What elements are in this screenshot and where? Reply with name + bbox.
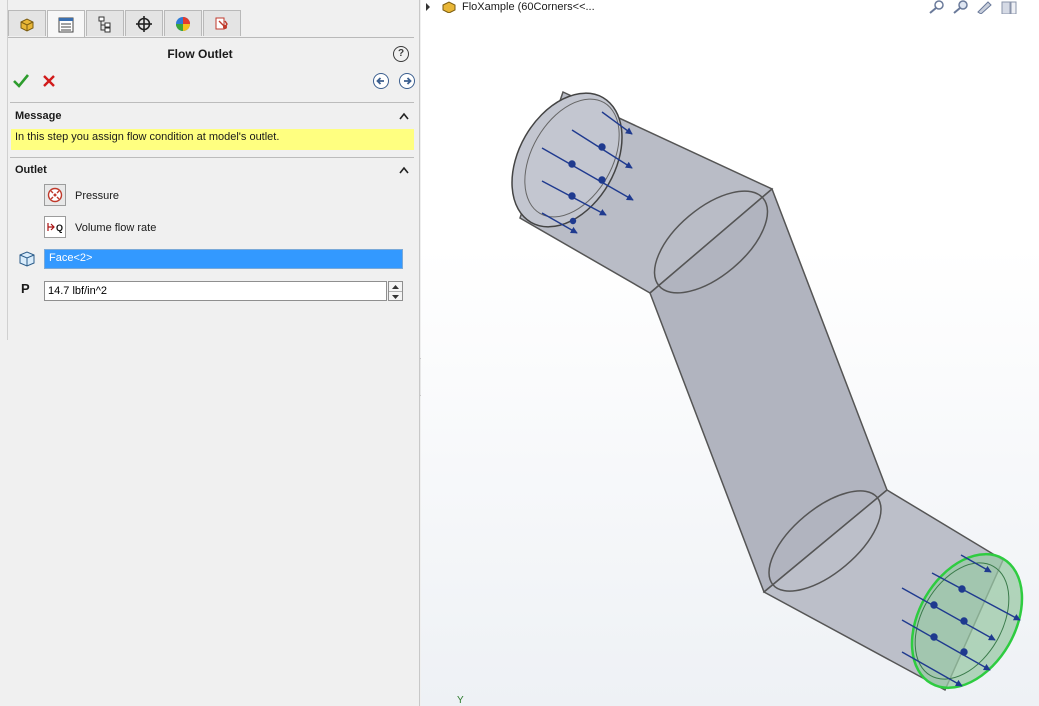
message-text: In this step you assign flow condition a…: [11, 129, 414, 150]
previous-view-icon[interactable]: [976, 0, 994, 15]
expand-arrow-icon[interactable]: [426, 3, 430, 11]
group-divider: [10, 102, 414, 103]
next-arrow-icon[interactable]: [399, 73, 415, 89]
pressure-option-button[interactable]: [44, 184, 66, 206]
face-selection-icon: [19, 251, 35, 267]
cancel-x-icon[interactable]: [41, 72, 57, 90]
part-icon: [20, 17, 34, 32]
group-divider: [10, 157, 414, 158]
heads-up-toolbar: [928, 0, 1018, 15]
help-icon[interactable]: ?: [393, 46, 409, 62]
chevron-up-icon[interactable]: [399, 112, 409, 120]
pressure-option-label[interactable]: Pressure: [75, 190, 119, 202]
tab-divider: [8, 37, 414, 38]
triad-axis-label: Y: [457, 695, 464, 706]
caret-up-icon: [392, 284, 399, 289]
message-group-title: Message: [15, 110, 62, 122]
section-glyph: [1001, 1, 1017, 15]
pressure-value-input[interactable]: [44, 281, 387, 301]
feature-tree-label[interactable]: FloXample (60Corners<<...: [462, 1, 595, 13]
configuration-manager-tab[interactable]: [86, 10, 124, 36]
chevron-up-icon[interactable]: [399, 166, 409, 174]
feature-tree-flyout[interactable]: FloXample (60Corners<<...: [426, 0, 595, 14]
pressure-symbol-label: P: [21, 281, 30, 296]
appearance-pie-icon: [176, 16, 190, 31]
property-manager-tab[interactable]: [47, 10, 85, 38]
caret-down-icon: [392, 294, 399, 299]
flow-simulation-icon: [215, 17, 228, 29]
volume-flow-rate-option-button[interactable]: Q: [44, 216, 66, 238]
pressure-spinner[interactable]: [388, 281, 403, 301]
feature-manager-tab[interactable]: [8, 10, 46, 36]
property-list-icon: [58, 17, 74, 32]
part-icon: [442, 1, 456, 13]
dimxpert-tab[interactable]: [125, 10, 163, 36]
magnifier-glyph: [953, 0, 968, 14]
ok-checkmark-icon[interactable]: [12, 72, 30, 90]
magnifier-glyph: [929, 0, 944, 14]
property-manager-panel: Flow Outlet ? Message In this step you a…: [0, 0, 420, 706]
manager-tabs: [8, 10, 242, 38]
face-selection-field[interactable]: Face<2>: [44, 249, 403, 269]
outlet-group-title: Outlet: [15, 164, 47, 176]
pencil-glyph: [977, 1, 992, 15]
section-view-icon[interactable]: [1000, 0, 1018, 15]
zoom-area-icon[interactable]: [952, 0, 970, 14]
volume-flow-rate-icon: Q: [47, 223, 63, 233]
spin-up-button[interactable]: [389, 282, 402, 291]
pressure-icon: [47, 187, 63, 203]
page-title: Flow Outlet: [167, 47, 233, 61]
display-manager-tab[interactable]: [164, 10, 202, 36]
flow-analysis-tab[interactable]: [203, 10, 241, 36]
back-arrow-icon[interactable]: [373, 73, 389, 89]
zoom-to-fit-icon[interactable]: [928, 0, 946, 14]
volume-flow-rate-option-label[interactable]: Volume flow rate: [75, 222, 156, 234]
svg-text:Q: Q: [56, 223, 63, 233]
spin-down-button[interactable]: [389, 291, 402, 301]
configuration-tree-icon: [98, 16, 111, 32]
pipe-model[interactable]: [421, 0, 1039, 706]
left-arrow-glyph: [376, 77, 384, 85]
right-arrow-glyph: [404, 77, 412, 85]
crosshair-icon: [136, 15, 152, 32]
